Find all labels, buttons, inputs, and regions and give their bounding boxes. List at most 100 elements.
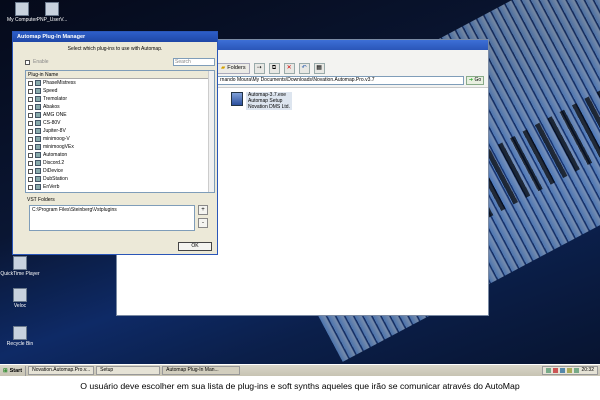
clock[interactable]: 20:32 (581, 367, 594, 374)
plugin-name: AMG ONE (43, 112, 67, 118)
search-input[interactable]: Search (173, 58, 215, 66)
plugin-checkbox[interactable] (28, 136, 33, 142)
plugin-name: EnVerb (43, 184, 60, 190)
plugin-icon (35, 96, 41, 102)
desktop-icon-label: Veloc (13, 303, 27, 309)
speaker-icon[interactable] (574, 368, 580, 373)
undo-icon[interactable]: ↶ (298, 62, 310, 74)
dialog-instruction: Select which plug-ins to use with Automa… (67, 46, 163, 52)
plugin-icon (35, 104, 41, 110)
plugin-icon (35, 192, 41, 193)
plugin-row[interactable]: EnVerb (26, 183, 214, 191)
plugin-row[interactable]: minimoogVEx (26, 143, 214, 151)
vst-folders-list[interactable]: C:\Program Files\Steinberg\Vstplugins (29, 205, 195, 231)
plugin-checkbox[interactable] (28, 88, 33, 94)
plugin-icon (35, 168, 41, 174)
caption: O usuário deve escolher em sua lista de … (80, 381, 520, 391)
plugin-checkbox[interactable] (28, 112, 33, 118)
desktop-icon-quicktime[interactable]: QuickTime Player (0, 256, 40, 277)
plugin-checkbox[interactable] (28, 168, 33, 174)
plugin-row[interactable]: Tremolator (26, 95, 214, 103)
plugin-icon (35, 80, 41, 86)
plugin-icon (35, 128, 41, 134)
dialog-title[interactable]: Automap Plug-In Manager (13, 32, 217, 42)
address-input[interactable]: rnando Moura\My Documents\Downloads\Nova… (217, 76, 464, 85)
plugin-checkbox[interactable] (28, 104, 33, 110)
desktop-icon-label: PNP_UserV... (36, 17, 68, 23)
plugin-name: DiDevice (43, 168, 64, 174)
plugin-row[interactable]: minimoog-V (26, 135, 214, 143)
views-icon[interactable]: ▦ (313, 62, 325, 74)
plugin-row[interactable]: Discord.2 (26, 159, 214, 167)
taskbar-item-explorer[interactable]: Novation.Automap.Pro.v... (28, 366, 95, 375)
tray-icon[interactable] (546, 368, 552, 373)
plugin-checkbox[interactable] (28, 176, 33, 182)
desktop-icon-veloc[interactable]: Veloc (0, 288, 40, 309)
plugin-name: Replicant (43, 192, 64, 193)
installer-icon (231, 92, 243, 106)
taskbar: ⊞ Start Novation.Automap.Pro.v... Setup … (0, 364, 600, 376)
plugin-checkbox[interactable] (28, 193, 33, 194)
desktop-icon-recycle-bin[interactable]: Recycle Bin (0, 326, 40, 347)
list-scrollbar[interactable] (208, 71, 214, 192)
app-icon (13, 288, 27, 302)
go-label: Go (474, 77, 482, 83)
remove-folder-button[interactable]: - (198, 218, 208, 228)
tray-icon[interactable] (560, 368, 566, 373)
plugin-row[interactable]: Automaton (26, 151, 214, 159)
vst-folder-path[interactable]: C:\Program Files\Steinberg\Vstplugins (32, 207, 192, 213)
plugin-row[interactable]: DiDevice (26, 167, 214, 175)
plugin-row[interactable]: CS-80V (26, 119, 214, 127)
plugin-name: Automaton (43, 152, 68, 158)
plugin-name: DubStation (43, 176, 68, 182)
column-header-plugin-name[interactable]: Plug-in Name (26, 71, 214, 79)
go-button[interactable]: ➜ Go (466, 76, 484, 85)
enable-label: Enable (33, 59, 49, 65)
plugin-icon (35, 120, 41, 126)
plugin-icon (35, 136, 41, 142)
desktop-icon-label: QuickTime Player (0, 271, 40, 277)
move-to-icon[interactable]: ⇢ (253, 62, 265, 74)
add-folder-button[interactable]: + (198, 205, 208, 215)
plugin-checkbox[interactable] (28, 144, 33, 150)
plugin-row[interactable]: DubStation (26, 175, 214, 183)
enable-checkbox[interactable]: Enable (25, 59, 49, 65)
plugin-icon (35, 112, 41, 118)
plugin-checkbox[interactable] (28, 120, 33, 126)
plugin-row[interactable]: Speed (26, 87, 214, 95)
delete-icon[interactable]: ✕ (283, 62, 295, 74)
plugin-row[interactable]: Abakos (26, 103, 214, 111)
folders-button[interactable]: ▰ Folders (217, 62, 250, 74)
tray-icon[interactable] (567, 368, 573, 373)
ok-button[interactable]: OK (178, 242, 212, 251)
setup-file[interactable]: Automap-3.7.exe Automap Setup Novation D… (231, 92, 292, 110)
plugin-checkbox[interactable] (28, 96, 33, 102)
taskbar-item-setup[interactable]: Setup (96, 366, 161, 375)
plugin-checkbox[interactable] (28, 160, 33, 166)
desktop-icon-pnp[interactable]: PNP_UserV... (32, 2, 72, 23)
plugin-checkbox[interactable] (28, 128, 33, 134)
file-details: Automap-3.7.exe Automap Setup Novation D… (246, 92, 292, 110)
windows-logo-icon: ⊞ (3, 367, 8, 374)
plugin-manager-dialog[interactable]: Automap Plug-In Manager Select which plu… (12, 31, 218, 255)
desktop-icon-label: Recycle Bin (6, 341, 34, 347)
plugin-list[interactable]: Plug-in Name PhaseMistress Speed Tremolato… (25, 70, 215, 193)
plugin-name: minimoog-V (43, 136, 70, 142)
plugin-icon (35, 88, 41, 94)
plugin-row[interactable]: PhaseMistress (26, 79, 214, 87)
desktop: My Computer PNP_UserV... QuickTime Playe… (0, 0, 600, 376)
vst-folders-label: VST Folders (27, 197, 55, 203)
folders-label: Folders (227, 65, 246, 71)
plugin-checkbox[interactable] (28, 184, 33, 190)
folder-icon: ▰ (221, 65, 226, 71)
copy-to-icon[interactable]: ⧉ (268, 62, 280, 74)
plugin-row[interactable]: Jupiter-8V (26, 127, 214, 135)
plugin-row[interactable]: AMG ONE (26, 111, 214, 119)
taskbar-item-plugin-manager[interactable]: Automap Plug-In Man... (162, 366, 241, 375)
start-button[interactable]: ⊞ Start (0, 365, 27, 376)
tray-icon[interactable] (553, 368, 559, 373)
plugin-checkbox[interactable] (28, 152, 33, 158)
plugin-icon (35, 144, 41, 150)
plugin-row[interactable]: Replicant (26, 191, 214, 194)
plugin-checkbox[interactable] (28, 80, 33, 86)
